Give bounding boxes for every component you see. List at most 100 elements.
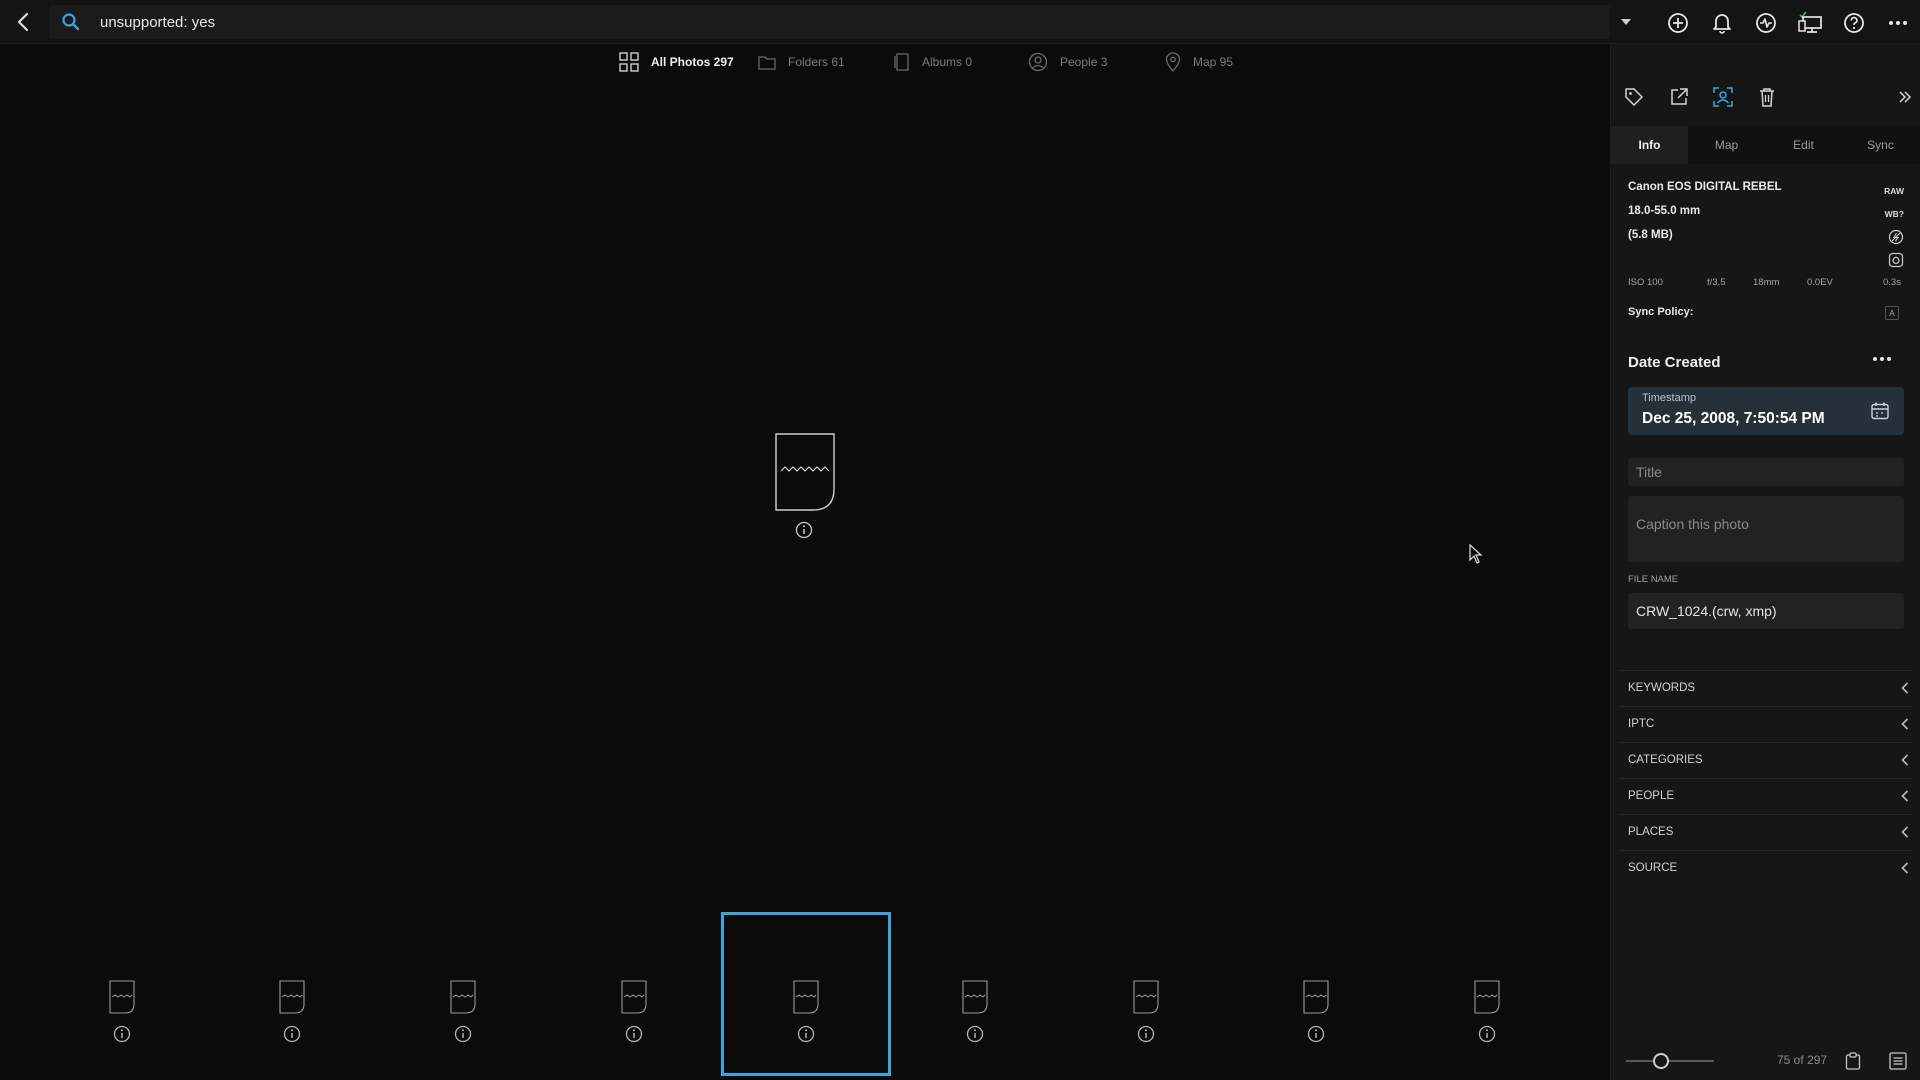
info-icon — [283, 1025, 301, 1043]
unsupported-file-icon — [621, 980, 647, 1014]
more-icon[interactable] — [1885, 10, 1911, 36]
more-icon[interactable] — [1871, 349, 1897, 369]
info-panel: Info Map Edit Sync Canon EOS DIGITAL REB… — [1610, 44, 1920, 1080]
tag-icon[interactable] — [1623, 86, 1645, 108]
activity-icon[interactable] — [1753, 10, 1779, 36]
panel-footer: 75 of 297 — [1611, 1040, 1920, 1080]
devices-icon[interactable] — [1796, 10, 1826, 36]
timestamp-label: Timestamp — [1642, 392, 1696, 404]
filmstrip-thumb[interactable] — [1061, 912, 1231, 1076]
tab-label: Map 95 — [1193, 55, 1234, 69]
photo-counter: 75 of 297 — [1777, 1053, 1828, 1067]
filmstrip-thumb[interactable] — [207, 912, 377, 1076]
grid-icon — [619, 52, 639, 72]
collapse-panel-icon[interactable] — [1894, 86, 1916, 108]
tab-map[interactable]: Map 95 — [1165, 50, 1233, 74]
info-icon — [1137, 1025, 1155, 1043]
share-icon[interactable] — [1668, 86, 1690, 108]
info-icon — [625, 1025, 643, 1043]
search-dropdown-button[interactable] — [1614, 11, 1638, 33]
add-icon[interactable] — [1665, 10, 1691, 36]
help-icon[interactable] — [1841, 10, 1867, 36]
view-tabs: All Photos 297 Folders 61 Albums 0 Peopl… — [0, 50, 1610, 74]
top-bar — [0, 0, 1920, 44]
file-size: (5.8 MB) — [1628, 229, 1673, 241]
info-icon — [1478, 1025, 1496, 1043]
trash-icon[interactable] — [1756, 86, 1778, 108]
chevron-left-icon — [1901, 682, 1909, 694]
section-label: KEYWORDS — [1628, 682, 1696, 694]
person-icon — [1028, 52, 1048, 72]
clipboard-icon[interactable] — [1843, 1051, 1863, 1071]
section-keywords[interactable]: KEYWORDS — [1619, 670, 1913, 705]
tab-label: Folders 61 — [788, 55, 845, 69]
chevron-left-icon — [1901, 862, 1909, 874]
filmstrip-thumb[interactable] — [1231, 912, 1401, 1076]
filmstrip-thumb[interactable] — [37, 912, 207, 1076]
timestamp-field[interactable]: Timestamp Dec 25, 2008, 7:50:54 PM — [1628, 387, 1904, 435]
section-categories[interactable]: CATEGORIES — [1619, 742, 1913, 777]
timestamp-value: Dec 25, 2008, 7:50:54 PM — [1642, 410, 1825, 427]
flash-icon — [1888, 229, 1904, 245]
list-view-icon[interactable] — [1888, 1051, 1908, 1071]
map-pin-icon — [1165, 52, 1181, 72]
section-people[interactable]: PEOPLE — [1619, 778, 1913, 813]
title-input[interactable] — [1628, 458, 1904, 486]
section-source[interactable]: SOURCE — [1619, 850, 1913, 885]
face-tag-icon[interactable] — [1712, 86, 1734, 108]
info-icon — [966, 1025, 984, 1043]
search-input[interactable] — [100, 5, 1550, 39]
chevron-left-icon — [1901, 754, 1909, 766]
panel-tabs: Info Map Edit Sync — [1611, 126, 1920, 164]
tab-map[interactable]: Map — [1688, 126, 1765, 164]
unsupported-file-icon — [450, 980, 476, 1014]
filmstrip-thumb[interactable] — [549, 912, 719, 1076]
lens-info: 18.0-55.0 mm — [1628, 205, 1701, 217]
raw-badge: RAW — [1884, 186, 1904, 196]
info-icon — [1307, 1025, 1325, 1043]
exif-exposure-bias: 0.0EV — [1807, 277, 1833, 288]
file-name-field[interactable] — [1628, 593, 1904, 629]
zoom-slider-handle[interactable] — [1653, 1053, 1670, 1069]
unsupported-file-icon — [962, 980, 988, 1014]
bell-icon[interactable] — [1709, 10, 1735, 36]
section-iptc[interactable]: IPTC — [1619, 706, 1913, 741]
filmstrip-thumb-selected[interactable] — [721, 912, 891, 1076]
camera-mode-icon — [1888, 252, 1904, 268]
calendar-icon[interactable] — [1870, 401, 1890, 421]
tab-label: Albums 0 — [922, 55, 973, 69]
zoom-slider[interactable] — [1626, 1060, 1714, 1062]
folder-icon — [758, 56, 776, 70]
section-label: PEOPLE — [1628, 790, 1675, 802]
info-icon[interactable] — [795, 521, 813, 539]
tab-info[interactable]: Info — [1611, 126, 1688, 164]
tab-label: All Photos 297 — [651, 55, 734, 69]
unsupported-file-icon — [279, 980, 305, 1014]
sync-policy-badge[interactable]: A — [1885, 306, 1899, 320]
tab-all-photos[interactable]: All Photos 297 — [619, 50, 734, 74]
chevron-left-icon — [17, 12, 29, 32]
unsupported-file-icon — [775, 433, 835, 511]
back-button[interactable] — [8, 7, 38, 37]
tab-people[interactable]: People 3 — [1028, 50, 1107, 74]
exif-iso: ISO 100 — [1628, 277, 1663, 288]
filmstrip-thumb[interactable] — [378, 912, 548, 1076]
tab-sync[interactable]: Sync — [1842, 126, 1919, 164]
filmstrip-thumb[interactable] — [1402, 912, 1572, 1076]
section-label: SOURCE — [1628, 862, 1678, 874]
tab-albums[interactable]: Albums 0 — [894, 50, 972, 74]
search-icon[interactable] — [61, 12, 81, 32]
tab-folders[interactable]: Folders 61 — [758, 50, 845, 74]
tab-edit[interactable]: Edit — [1765, 126, 1842, 164]
unsupported-file-icon — [793, 980, 819, 1014]
caption-input[interactable] — [1628, 496, 1904, 562]
section-places[interactable]: PLACES — [1619, 814, 1913, 849]
exif-focal-length: 18mm — [1753, 277, 1780, 288]
unsupported-file-icon — [109, 980, 135, 1014]
filmstrip-thumb[interactable] — [890, 912, 1060, 1076]
unsupported-file-icon — [1474, 980, 1500, 1014]
chevron-left-icon — [1901, 826, 1909, 838]
section-label: CATEGORIES — [1628, 754, 1703, 766]
chevron-left-icon — [1901, 718, 1909, 730]
info-icon — [113, 1025, 131, 1043]
